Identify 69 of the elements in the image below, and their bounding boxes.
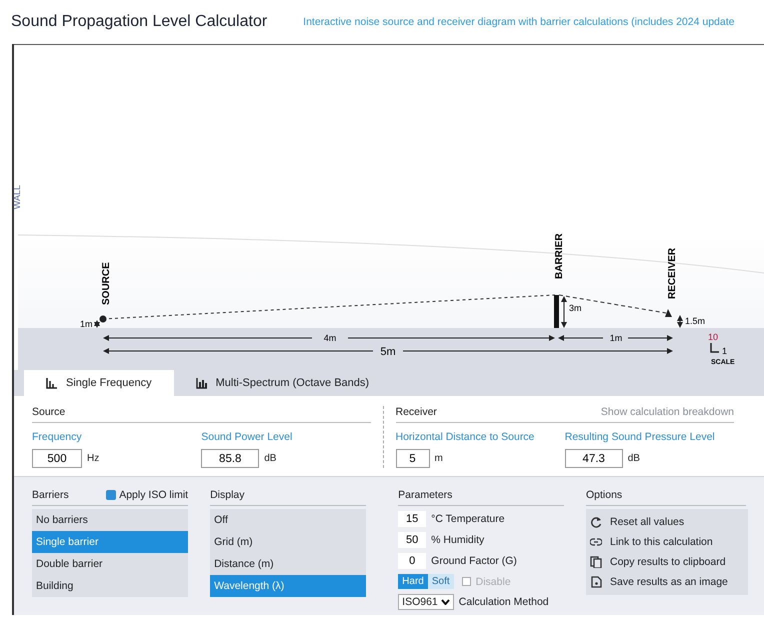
scale-value: 10	[708, 332, 718, 342]
file-icon	[590, 576, 602, 588]
section-heading: Options	[586, 489, 622, 501]
single-bar-icon	[46, 378, 58, 388]
page-subtitle: Interactive noise source and receiver diagram with barrier calculations (includes 2024 update	[303, 16, 734, 28]
disable-label: Disable	[476, 576, 511, 588]
parameter-input[interactable]: 50	[398, 532, 426, 548]
option-action[interactable]: Link to this calculation	[586, 532, 748, 552]
section-heading: Parameters	[398, 489, 452, 501]
iso-limit-label: Apply ISO limit	[119, 489, 188, 501]
receiver-marker[interactable]	[665, 309, 672, 317]
parameter-input[interactable]: 15	[398, 511, 426, 527]
section-heading: Source	[32, 406, 66, 418]
barrier-option[interactable]: No barriers	[32, 509, 188, 531]
tab[interactable]: Multi-Spectrum (Octave Bands)	[174, 370, 392, 396]
field-label: Sound Power Level	[201, 431, 294, 443]
section-heading: Barriers	[32, 489, 69, 501]
parameter-label: Ground Factor (G)	[431, 555, 517, 567]
bar-chart-icon	[196, 378, 208, 388]
field-label: Frequency	[32, 431, 83, 443]
barrier-option[interactable]: Building	[32, 575, 188, 597]
distance-label: 1m	[610, 333, 622, 343]
option-action[interactable]: Copy results to clipboard	[586, 552, 748, 572]
option-action[interactable]: Save results as an image	[586, 572, 748, 592]
field-label: Resulting Sound Pressure Level	[564, 431, 716, 443]
copy-icon	[590, 556, 602, 568]
unit-label: Hz	[87, 453, 100, 464]
parameter-label: Calculation Method	[458, 596, 549, 608]
wall-label: WALL	[12, 185, 22, 210]
barrier-label: BARRIER	[554, 233, 565, 279]
distance-label: 5m	[380, 346, 396, 358]
scale-value: 1	[722, 346, 728, 356]
section-heading: Display	[210, 489, 245, 501]
value-input[interactable]: 85.8	[201, 449, 260, 468]
option-action[interactable]: Reset all values	[586, 512, 748, 532]
value-input[interactable]: 500	[32, 449, 82, 468]
tab[interactable]: Single Frequency	[24, 370, 174, 396]
iso-limit-checkbox[interactable]	[106, 490, 116, 500]
link-icon	[590, 536, 602, 548]
method-dropdown[interactable]: ISO961	[398, 594, 454, 610]
source-dot[interactable]	[100, 316, 106, 322]
parameter-label: °C Temperature	[431, 513, 505, 525]
disable-checkbox[interactable]	[462, 577, 471, 586]
unit-label: dB	[264, 453, 276, 464]
chevron-down-icon	[440, 599, 450, 605]
parameter-input[interactable]: 0	[398, 553, 426, 569]
unit-label: m	[434, 453, 443, 464]
source-label: SOURCE	[101, 262, 112, 305]
barrier-height: 3m	[569, 303, 582, 313]
section-heading: Receiver	[396, 406, 437, 418]
receiver-label: RECEIVER	[667, 248, 678, 299]
value-input[interactable]: 5	[396, 449, 430, 468]
display-option[interactable]: Off	[210, 509, 366, 531]
display-option[interactable]: Grid (m)	[210, 531, 366, 553]
display-option[interactable]: Distance (m)	[210, 553, 366, 575]
dimension-arrow	[558, 335, 604, 341]
page-title: Sound Propagation Level Calculator	[11, 13, 268, 31]
barrier-option[interactable]: Double barrier	[32, 553, 188, 575]
ground-type-toggle[interactable]: Soft	[428, 574, 454, 589]
dimension-arrow	[628, 335, 673, 341]
source-height: 1m	[80, 319, 93, 329]
scale-axes-icon	[710, 343, 719, 353]
receiver-height: 1.5m	[685, 316, 706, 326]
unit-label: dB	[628, 453, 640, 464]
parameter-label: % Humidity	[431, 534, 484, 546]
value-input[interactable]: 47.3	[564, 449, 623, 468]
distance-label: 4m	[324, 333, 336, 343]
reset-icon	[590, 516, 602, 528]
field-label: Horizontal Distance to Source	[396, 431, 536, 443]
